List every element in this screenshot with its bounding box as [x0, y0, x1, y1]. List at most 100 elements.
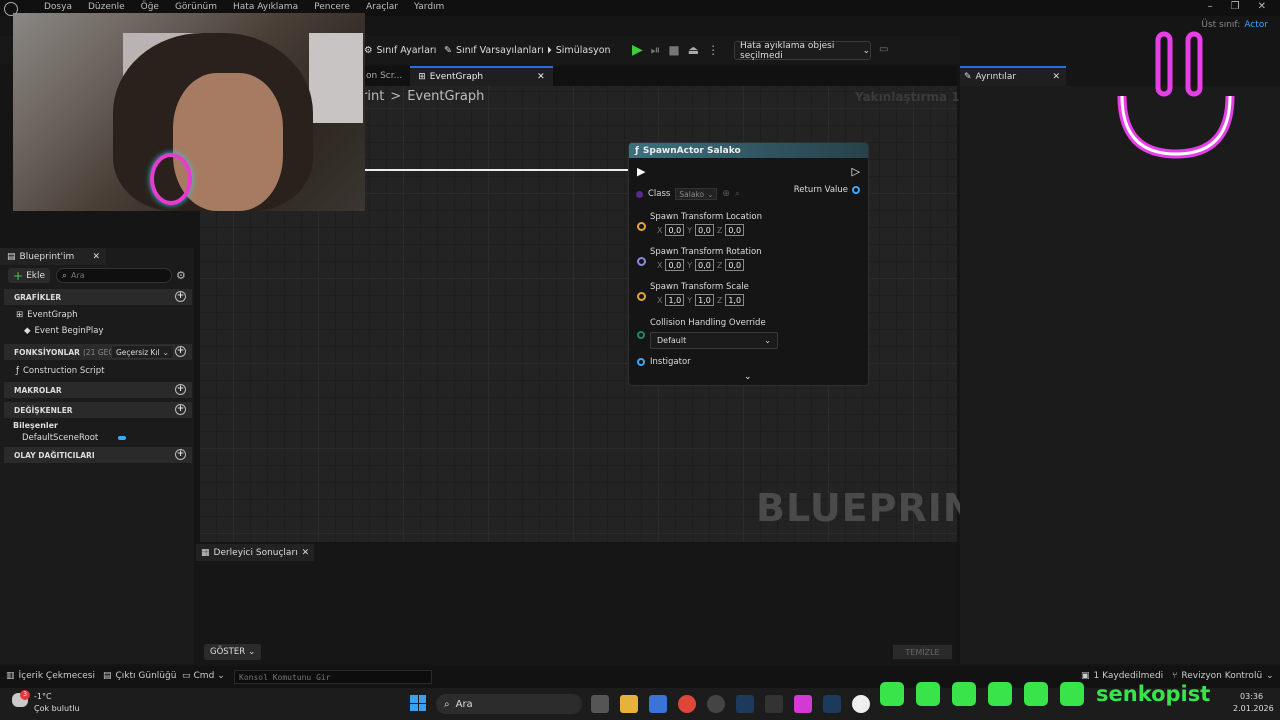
- exec-wire[interactable]: [365, 169, 629, 171]
- rotation-pin[interactable]: [637, 257, 646, 266]
- store-icon[interactable]: [649, 695, 667, 713]
- scene-root-item[interactable]: DefaultSceneRoot: [22, 433, 127, 443]
- github-icon[interactable]: [707, 695, 725, 713]
- event-graph-item[interactable]: ⊞ EventGraph: [16, 310, 78, 320]
- add-variable-icon[interactable]: +: [175, 404, 186, 415]
- location-z-field[interactable]: 0,0: [725, 224, 745, 236]
- begin-play-item[interactable]: ◆ Event BeginPlay: [24, 326, 104, 336]
- scale-z-field[interactable]: 1,0: [725, 294, 745, 306]
- add-dispatcher-icon[interactable]: +: [175, 449, 186, 460]
- collision-pin[interactable]: [637, 331, 645, 339]
- scale-pin[interactable]: [637, 292, 646, 301]
- file-explorer-icon[interactable]: [620, 695, 638, 713]
- blueprint-search[interactable]: ⌕: [56, 268, 172, 283]
- steam-icon[interactable]: [736, 695, 754, 713]
- construction-script-item[interactable]: ƒ Construction Script: [16, 366, 104, 376]
- add-macro-icon[interactable]: +: [175, 384, 186, 395]
- location-x-field[interactable]: 0,0: [665, 224, 685, 236]
- browse-asset-icon[interactable]: ⌕: [735, 189, 740, 199]
- windows-start-icon[interactable]: [410, 695, 426, 711]
- simulation-button[interactable]: ⏵ Simülasyon: [547, 45, 611, 56]
- close-tab-icon[interactable]: ✕: [537, 72, 545, 82]
- menu-asset[interactable]: Öğe: [141, 2, 159, 12]
- menu-tools[interactable]: Araçlar: [366, 2, 398, 12]
- exec-in-pin[interactable]: ▶: [637, 165, 645, 178]
- app-icon[interactable]: [794, 695, 812, 713]
- variables-section[interactable]: DEĞİŞKENLER +: [4, 402, 192, 418]
- add-button[interactable]: + Ekle: [8, 268, 50, 283]
- unsaved-button[interactable]: ▣ 1 Kaydedilmedi: [1081, 671, 1163, 681]
- return-value-pin[interactable]: [852, 186, 860, 194]
- console-input[interactable]: [234, 670, 432, 684]
- class-label: Class: [648, 189, 671, 199]
- tab-construction-script[interactable]: on Scr...: [358, 66, 410, 86]
- stop-icon[interactable]: ■: [668, 43, 679, 57]
- class-select[interactable]: Salako ⌄: [675, 188, 718, 200]
- location-y-field[interactable]: 0,0: [695, 224, 714, 236]
- component-type-pill: [118, 436, 127, 440]
- tab-compiler-results[interactable]: ▦ Derleyici Sonuçları ✕: [196, 544, 315, 561]
- tab-details[interactable]: ✎ Ayrıntılar ✕: [960, 66, 1066, 86]
- override-select[interactable]: Geçersiz Kıl ⌄: [111, 345, 174, 359]
- rotation-z-field[interactable]: 0,0: [725, 259, 745, 271]
- output-log-button[interactable]: ▤ Çıktı Günlüğü: [103, 671, 176, 681]
- breadcrumb-parent[interactable]: rint: [362, 89, 384, 104]
- revision-control-button[interactable]: ⑂ Revizyon Kontrolü ⌄: [1172, 671, 1274, 681]
- macros-section[interactable]: MAKROLAR +: [4, 382, 192, 398]
- use-selected-icon[interactable]: ⊕: [722, 189, 730, 199]
- steam-icon-2[interactable]: [823, 695, 841, 713]
- class-pin[interactable]: [636, 190, 643, 198]
- restore-icon[interactable]: ❐: [1231, 1, 1240, 12]
- function-icon: ƒ: [635, 145, 639, 156]
- content-drawer-button[interactable]: ▥ İçerik Çekmecesi: [6, 671, 95, 681]
- expand-node-icon[interactable]: ⌄: [744, 372, 752, 382]
- rotation-x-field[interactable]: 0,0: [665, 259, 685, 271]
- collision-select[interactable]: Default ⌄: [650, 332, 778, 349]
- chrome-icon[interactable]: [678, 695, 696, 713]
- step-icon[interactable]: ⏯: [651, 43, 661, 58]
- class-defaults-button[interactable]: ✎ Sınıf Varsayılanları: [444, 45, 544, 56]
- more-options-icon[interactable]: ⋮: [707, 43, 719, 57]
- scale-row: Spawn Transform Scale X 1,0 Y 1,0 Z 1,0: [650, 282, 749, 306]
- close-compiler-tab-icon[interactable]: ✕: [302, 548, 310, 558]
- tab-my-blueprint[interactable]: ▤ Blueprint'im ✕: [0, 248, 106, 265]
- close-icon[interactable]: ✕: [1258, 1, 1266, 12]
- node-header[interactable]: ƒ SpawnActor Salako: [629, 143, 868, 158]
- class-settings-button[interactable]: ⚙ Sınıf Ayarları: [364, 45, 436, 56]
- scale-y-field[interactable]: 1,0: [695, 294, 714, 306]
- add-graph-icon[interactable]: +: [175, 291, 186, 302]
- eject-icon[interactable]: ⏏: [688, 43, 699, 57]
- epic-games-icon[interactable]: [765, 695, 783, 713]
- location-pin[interactable]: [637, 222, 646, 231]
- menu-edit[interactable]: Düzenle: [88, 2, 125, 12]
- play-icon[interactable]: ▶: [632, 42, 643, 58]
- tab-event-graph[interactable]: ⊞ EventGraph ✕: [410, 66, 553, 86]
- menu-help[interactable]: Yardım: [414, 2, 444, 12]
- menu-file[interactable]: Dosya: [44, 2, 72, 12]
- show-button[interactable]: GÖSTER ⌄: [204, 644, 262, 660]
- clear-button[interactable]: TEMİZLE: [893, 645, 952, 659]
- dispatchers-section[interactable]: OLAY DAĞITICILARI +: [4, 447, 192, 463]
- menu-debug[interactable]: Hata Ayıklama: [233, 2, 298, 12]
- add-function-icon[interactable]: +: [175, 346, 186, 357]
- menu-window[interactable]: Pencere: [314, 2, 350, 12]
- settings-gear-icon[interactable]: ⚙: [176, 269, 186, 282]
- cmd-select[interactable]: ▭ Cmd ⌄: [182, 671, 225, 681]
- spawn-actor-node[interactable]: ƒ SpawnActor Salako ▶ ▷ Class Salako ⌄ ⊕ ⌕…: [628, 142, 869, 386]
- scale-x-field[interactable]: 1,0: [665, 294, 685, 306]
- instigator-pin[interactable]: [637, 358, 645, 366]
- taskbar-search[interactable]: ⌕ Ara: [436, 694, 582, 714]
- parent-class-link[interactable]: Actor: [1244, 20, 1268, 30]
- menu-view[interactable]: Görünüm: [175, 2, 217, 12]
- debug-object-select[interactable]: Hata ayıklama objesi seçilmedi ⌄: [734, 41, 871, 61]
- minimize-icon[interactable]: –: [1208, 1, 1213, 12]
- graphs-section[interactable]: GRAFİKLER +: [4, 289, 192, 305]
- browse-icon[interactable]: ▭: [879, 44, 888, 55]
- close-details-icon[interactable]: ✕: [1052, 72, 1060, 82]
- unreal-engine-icon[interactable]: [852, 695, 870, 713]
- blueprint-search-input[interactable]: [71, 271, 162, 280]
- task-view-icon[interactable]: [591, 695, 609, 713]
- exec-out-pin[interactable]: ▷: [852, 165, 860, 178]
- close-blueprint-tab-icon[interactable]: ✕: [92, 252, 100, 262]
- rotation-y-field[interactable]: 0,0: [695, 259, 714, 271]
